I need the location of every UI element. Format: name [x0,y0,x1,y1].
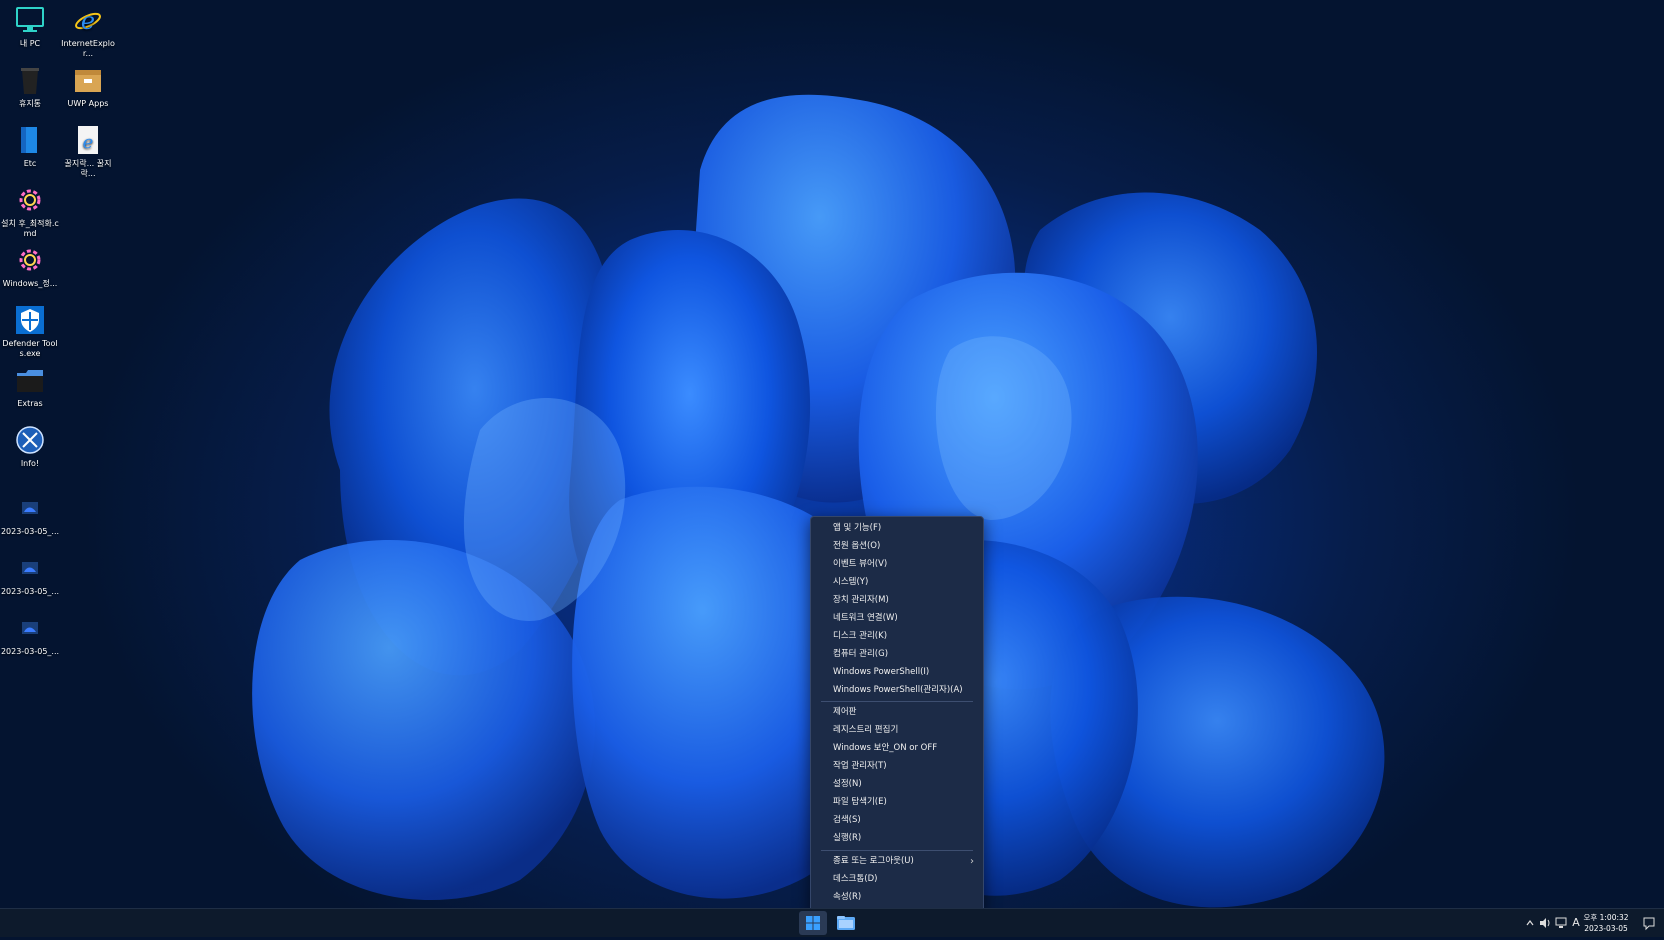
desktop-icon-label: InternetExplor... [61,39,115,58]
desktop-icon-extras[interactable]: Extras [0,364,60,409]
desktop-icon-label: 휴지통 [18,99,42,108]
menu-item-file-explorer[interactable]: 파일 탐색기(E) [812,794,982,811]
desktop-icon-label: Defender Tools.exe [2,339,58,358]
notification-icon [1643,917,1655,931]
desktop-icon-label: 설치 후_최적화.cmd [1,219,59,238]
screenshot-file-icon [22,502,38,514]
taskbar: A 오후 1:00:32 2023-03-05 [0,908,1664,937]
desktop-icon-label: Info! [20,459,40,468]
windows-logo-icon [806,916,820,930]
clock-time: 오후 1:00:32 [1583,913,1629,922]
svg-text:e: e [83,132,94,153]
desktop-icon-etc[interactable]: Etc [0,124,60,169]
menu-item-search[interactable]: 검색(S) [812,812,982,829]
menu-item-settings[interactable]: 설정(N) [812,776,982,793]
taskbar-clock[interactable]: 오후 1:00:32 2023-03-05 [1576,912,1636,934]
menu-item-task-manager[interactable]: 작업 관리자(T) [812,758,982,775]
desktop-icon-label: Extras [17,399,43,408]
desktop-icon-label: 2023-03-05_... [0,527,60,536]
menu-item-system[interactable]: 시스템(Y) [812,574,982,591]
desktop-icon-screenshot-1[interactable]: 2023-03-05_... [0,492,60,537]
monitor-icon [16,7,44,32]
desktop-icon-screenshot-3[interactable]: 2023-03-05_... [0,612,60,657]
desktop-icon-label: 꿀지락... 꿀지락... [64,159,112,178]
speaker-icon [1540,918,1550,928]
desktop-icon-defender-tools[interactable]: Defender Tools.exe [0,304,60,359]
file-explorer-icon [837,916,855,930]
gear-icon [19,189,41,211]
clock-date: 2023-03-05 [1584,924,1628,933]
menu-item-run[interactable]: 실행(R) [812,830,982,847]
desktop-icon-recycle-bin[interactable]: 휴지통 [0,64,60,109]
blue-folder-icon [21,127,37,153]
start-button[interactable] [799,911,827,935]
shield-icon [16,306,44,334]
desktop-icon-uwp-apps[interactable]: UWP Apps [58,64,118,109]
internet-explorer-icon: e [75,7,101,35]
menu-item-label: 종료 또는 로그아웃(U) [833,856,914,866]
html-file-icon: e [78,126,98,154]
desktop-icon-label: 내 PC [19,39,41,48]
notifications-button[interactable] [1642,909,1656,937]
menu-item-event-viewer[interactable]: 이벤트 뷰어(V) [812,556,982,573]
desktop-icon-my-pc[interactable]: 내 PC [0,4,60,49]
show-hidden-icons-button[interactable] [1524,909,1536,937]
folder-box-icon [75,70,101,92]
menu-item-shutdown-signout[interactable]: 종료 또는 로그아웃(U) › [812,853,982,870]
menu-item-powershell-admin[interactable]: Windows PowerShell(관리자)(A) [812,682,982,699]
desktop-icon-label: Windows_정... [2,279,58,288]
network-icon [1555,917,1567,928]
file-explorer-taskbar-button[interactable] [832,911,860,935]
menu-item-properties[interactable]: 속성(R) [812,889,982,906]
menu-item-power-options[interactable]: 전원 옵션(O) [812,538,982,555]
chevron-up-icon [1526,920,1534,926]
screenshot-file-icon [22,562,38,574]
desktop-icon-internet-explorer[interactable]: e InternetExplor... [58,4,118,59]
menu-item-windows-security-toggle[interactable]: Windows 보안_ON or OFF [812,740,982,757]
menu-item-network-connections[interactable]: 네트워크 연결(W) [812,610,982,627]
network-button[interactable] [1554,909,1568,937]
menu-separator [821,701,973,702]
menu-separator [821,850,973,851]
chevron-right-icon: › [970,856,974,867]
desktop-icon-info[interactable]: Info! [0,424,60,469]
black-folder-icon [17,370,43,392]
desktop-icon-optimize-cmd[interactable]: 설치 후_최적화.cmd [0,184,60,239]
gear-icon [19,249,41,271]
globe-icon [16,426,44,454]
volume-button[interactable] [1538,909,1552,937]
menu-item-disk-management[interactable]: 디스크 관리(K) [812,628,982,645]
recycle-bin-icon [21,68,39,94]
desktop-icon-html-shortcut[interactable]: e 꿀지락... 꿀지락... [58,124,118,179]
menu-item-apps-features[interactable]: 앱 및 기능(F) [812,520,982,537]
desktop-icon-windows-settings[interactable]: Windows_정... [0,244,60,289]
winx-context-menu: 앱 및 기능(F) 전원 옵션(O) 이벤트 뷰어(V) 시스템(Y) 장치 관… [810,516,984,912]
menu-item-powershell[interactable]: Windows PowerShell(I) [812,664,982,681]
svg-text:e: e [81,7,95,35]
desktop-icon-label: Etc [23,159,37,168]
menu-item-registry-editor[interactable]: 레지스트리 편집기 [812,722,982,739]
desktop-icon-label: 2023-03-05_... [0,647,60,656]
desktop-icon-label: UWP Apps [67,99,109,108]
menu-item-control-panel[interactable]: 제어판 [812,704,982,721]
desktop-icon-label: 2023-03-05_... [0,587,60,596]
desktop-icon-screenshot-2[interactable]: 2023-03-05_... [0,552,60,597]
screenshot-file-icon [22,622,38,634]
menu-item-computer-management[interactable]: 컴퓨터 관리(G) [812,646,982,663]
menu-item-device-manager[interactable]: 장치 관리자(M) [812,592,982,609]
menu-item-desktop[interactable]: 데스크톱(D) [812,871,982,888]
